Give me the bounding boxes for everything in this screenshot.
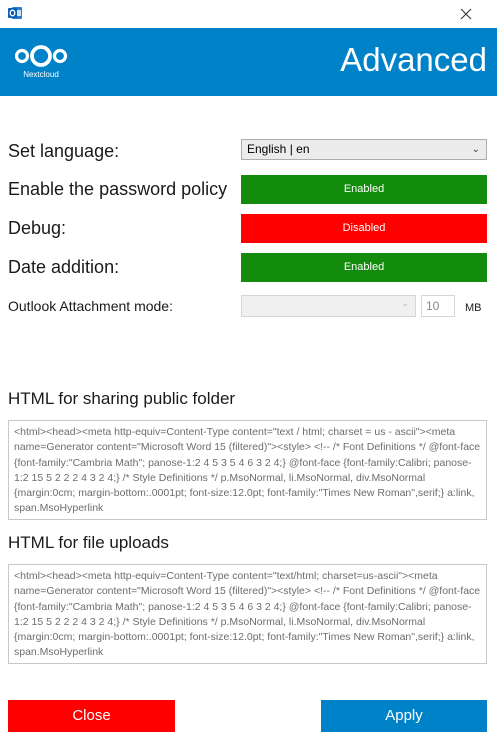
page-title: Advanced [340,41,487,78]
language-select[interactable]: English | en ⌄ [241,139,487,160]
title-bar [0,0,497,28]
sharing-html-textarea[interactable]: <html><head><meta http-equiv=Content-Typ… [8,420,487,520]
attachment-mode-label: Outlook Attachment mode: [8,298,173,314]
password-policy-toggle[interactable]: Enabled [241,175,487,204]
language-value: English | en [247,142,310,156]
date-addition-label: Date addition: [8,257,120,277]
header-banner: Nextcloud Advanced [0,28,497,96]
language-label: Set language: [8,141,120,161]
chevron-down-icon: ⌄ [401,299,409,309]
close-icon[interactable] [456,4,476,24]
nextcloud-logo-icon [14,45,68,67]
attachment-size-unit: MB [465,302,482,314]
apply-button[interactable]: Apply [321,700,487,732]
uploads-html-textarea[interactable]: <html><head><meta http-equiv=Content-Typ… [8,564,487,664]
logo-text: Nextcloud [23,70,59,79]
debug-toggle[interactable]: Disabled [241,214,487,243]
attachment-size-input[interactable]: 10 [421,295,455,317]
chevron-down-icon: ⌄ [471,144,480,155]
close-button[interactable]: Close [8,700,175,732]
debug-label: Debug: [8,218,67,238]
sharing-html-title: HTML for sharing public folder [8,389,236,408]
date-addition-toggle[interactable]: Enabled [241,253,487,282]
attachment-mode-select[interactable]: ⌄ [241,295,416,317]
password-policy-label: Enable the password policy [8,179,228,199]
uploads-html-title: HTML for file uploads [8,533,169,552]
outlook-icon [8,7,22,19]
